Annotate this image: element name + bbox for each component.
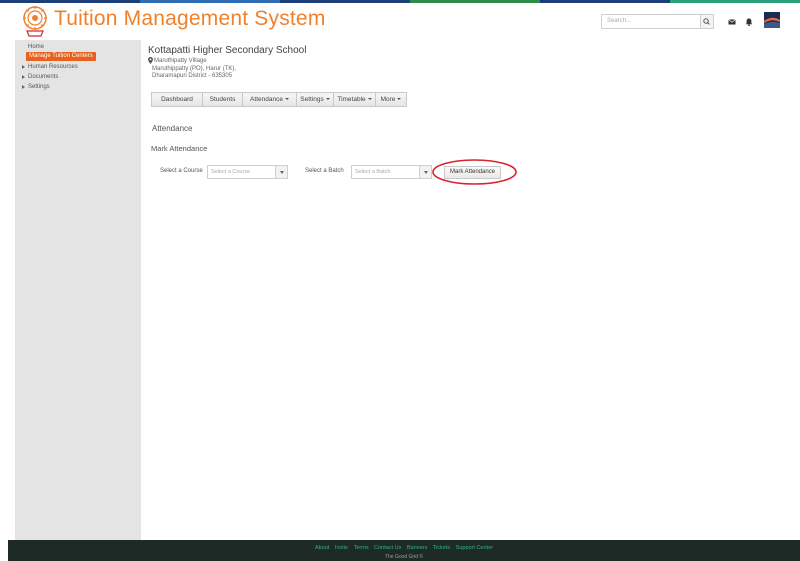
footer-link-banners[interactable]: Banners bbox=[407, 545, 428, 551]
sidebar-item-human-resources[interactable]: Human Resources bbox=[22, 64, 78, 70]
app-header: Tuition Management System Search... bbox=[0, 3, 800, 40]
sidebar-item-manage-tuition-centers[interactable]: Manage Tuition Centers bbox=[26, 52, 96, 61]
chevron-down-icon bbox=[367, 98, 372, 101]
tab-label: Timetable bbox=[337, 96, 366, 103]
tab-settings[interactable]: Settings bbox=[297, 93, 334, 106]
page-title: Attendance bbox=[152, 124, 193, 133]
sidebar: Home bbox=[15, 40, 141, 540]
avatar-image bbox=[764, 12, 780, 28]
chevron-down-icon bbox=[284, 98, 289, 101]
app-title: Tuition Management System bbox=[54, 7, 326, 30]
tab-more[interactable]: More bbox=[376, 93, 406, 106]
sidebar-item-documents[interactable]: Documents bbox=[21, 74, 58, 80]
chevron-down-icon bbox=[419, 166, 431, 178]
app-logo-icon[interactable] bbox=[20, 5, 50, 37]
tab-label: Attendance bbox=[250, 96, 283, 103]
batch-label: Select a Batch bbox=[305, 168, 344, 174]
footer-link-support-center[interactable]: Support Center bbox=[456, 545, 493, 551]
footer-link-about[interactable]: About bbox=[315, 545, 329, 551]
mail-icon[interactable] bbox=[726, 16, 738, 28]
footer-link-tickets[interactable]: Tickets bbox=[433, 545, 450, 551]
school-name: Kottapatti Higher Secondary School bbox=[148, 45, 307, 56]
highlight-ellipse bbox=[432, 159, 517, 185]
course-select[interactable]: Select a Course bbox=[207, 165, 288, 179]
footer-link-invite[interactable]: Invite bbox=[335, 545, 348, 551]
tab-students[interactable]: Students bbox=[203, 93, 243, 106]
address-line: Maruthipatty Village bbox=[154, 58, 207, 64]
bell-icon[interactable] bbox=[743, 16, 755, 28]
chevron-down-icon bbox=[325, 98, 330, 101]
chevron-down-icon bbox=[275, 166, 287, 178]
tab-label: Dashboard bbox=[161, 96, 193, 103]
address-line: Maruthippatty (PO), Harur (TK), bbox=[152, 66, 237, 72]
footer-copyright: The Good Grid © bbox=[384, 554, 424, 560]
map-pin-icon bbox=[148, 57, 153, 64]
tab-timetable[interactable]: Timetable bbox=[334, 93, 376, 106]
school-nav-bar: Dashboard Students Attendance Settings T… bbox=[151, 92, 407, 107]
course-select-placeholder: Select a Course bbox=[211, 169, 251, 175]
tab-attendance[interactable]: Attendance bbox=[243, 93, 297, 106]
address-line: Dharamapuri District - 635305 bbox=[152, 73, 233, 79]
user-avatar[interactable] bbox=[764, 12, 780, 28]
tab-dashboard[interactable]: Dashboard bbox=[152, 93, 203, 106]
footer-link-terms[interactable]: Terms bbox=[354, 545, 369, 551]
page-footer: About Invite Terms Contact Us Banners Ti… bbox=[8, 540, 800, 561]
search-input[interactable]: Search... bbox=[601, 14, 701, 29]
footer-links: About Invite Terms Contact Us Banners Ti… bbox=[8, 545, 800, 551]
chevron-down-icon bbox=[397, 98, 402, 101]
tab-label: Settings bbox=[300, 96, 324, 103]
sidebar-item-settings[interactable]: Settings bbox=[22, 84, 50, 90]
batch-select[interactable]: Select a Batch bbox=[351, 165, 432, 179]
search-icon bbox=[703, 18, 710, 25]
course-label: Select a Course bbox=[160, 168, 203, 174]
section-subtitle: Mark Attendance bbox=[151, 144, 208, 153]
search-button[interactable] bbox=[701, 14, 714, 29]
tab-label: More bbox=[380, 96, 396, 103]
batch-select-placeholder: Select a Batch bbox=[355, 169, 391, 175]
sidebar-item-home[interactable]: Home bbox=[28, 44, 44, 50]
footer-link-contact-us[interactable]: Contact Us bbox=[374, 545, 401, 551]
tab-label: Students bbox=[209, 96, 236, 103]
